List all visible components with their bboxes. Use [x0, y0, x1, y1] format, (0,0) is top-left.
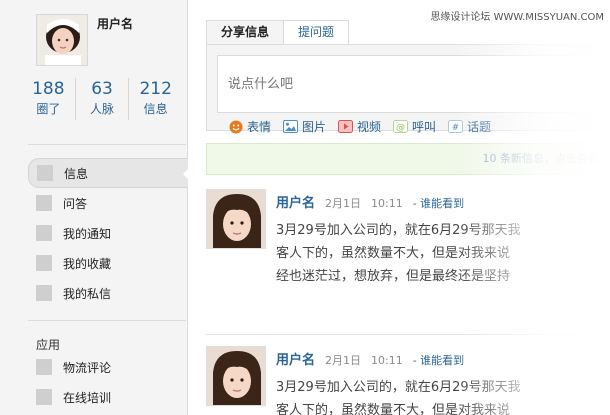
mention-label: 呼叫	[412, 120, 437, 134]
post-text-line: 客人下的，虽然数量不大，但是对我来说	[276, 246, 511, 261]
post-author-name[interactable]: 用户名	[276, 349, 315, 368]
stat-circles[interactable]: 188 圈了	[22, 78, 76, 120]
menu-item-label: 物流评论	[63, 360, 112, 375]
menu-icon	[36, 389, 52, 405]
post-divider	[206, 334, 610, 335]
menu-item-label: 在线培训	[63, 390, 112, 405]
share-tabs: 分享信息 提问题	[206, 20, 350, 44]
topic-button[interactable]: # 话题	[448, 118, 491, 135]
menu-item-label: 信息	[64, 166, 89, 181]
watermark: 思缘设计论坛 WWW.MISSYUAN.COM	[430, 12, 604, 23]
image-button[interactable]: 图片	[283, 118, 326, 135]
smile-icon	[229, 120, 243, 133]
stat-contacts-count: 63	[91, 79, 113, 99]
post-text-line: 经也迷茫过，想放弃，但是最终还是坚持	[276, 269, 511, 284]
stat-circles-label: 圈了	[36, 102, 61, 116]
post-author-name[interactable]: 用户名	[276, 192, 315, 211]
menu-icon	[36, 225, 52, 241]
menu-item-qa[interactable]: 问答	[28, 188, 188, 218]
video-label: 视频	[357, 120, 382, 134]
compose-toolbar: 表情 图片 视频 @ 呼叫 # 话题	[229, 118, 491, 135]
emoji-button[interactable]: 表情	[229, 118, 271, 135]
post-time: 10:11	[371, 354, 403, 367]
svg-text:@: @	[396, 123, 405, 133]
menu-icon	[36, 195, 52, 211]
stat-circles-count: 188	[32, 79, 65, 99]
main-menu: 信息 问答 我的通知 我的收藏 我的私信	[28, 158, 189, 308]
post-text-line: 3月29号加入公司的，就在6月29号那天我	[276, 223, 521, 238]
main-content: 分享信息 提问题 表情	[188, 0, 610, 415]
at-icon: @	[393, 120, 409, 133]
post-text-line: 3月29号加入公司的，就在6月29号那天我	[276, 380, 521, 395]
post-text: 3月29号加入公司的，就在6月29号那天我 客人下的，虽然数量不大，但是对我来说…	[276, 219, 610, 288]
post-visibility-link[interactable]: - 谁能看到	[413, 195, 464, 211]
compose-panel: 表情 图片 视频	[206, 44, 610, 134]
menu-item-favorites[interactable]: 我的收藏	[28, 248, 188, 278]
stat-messages-label: 信息	[143, 102, 168, 116]
sidebar: 用户名 188 圈了 63 人脉 212 信息 信息 问答 我的通知 我的收藏 …	[0, 0, 189, 415]
video-icon	[338, 120, 354, 133]
apps-section-title: 应用	[36, 338, 61, 352]
emoji-label: 表情	[247, 120, 272, 134]
profile-stats: 188 圈了 63 人脉 212 信息	[22, 78, 182, 120]
stat-messages[interactable]: 212 信息	[129, 78, 182, 120]
stat-messages-count: 212	[139, 79, 172, 99]
hash-icon: #	[448, 120, 464, 133]
menu-item-notifications[interactable]: 我的通知	[28, 218, 188, 248]
menu-item-label: 我的私信	[63, 286, 112, 301]
profile-avatar[interactable]	[36, 14, 88, 66]
menu-item-label: 我的收藏	[63, 256, 112, 271]
apps-menu: 物流评论 在线培训	[28, 352, 188, 412]
menu-item-logistics-review[interactable]: 物流评论	[28, 352, 188, 382]
menu-icon	[36, 359, 52, 375]
svg-text:#: #	[452, 123, 460, 133]
post-text: 3月29号加入公司的，就在6月29号那天我 客人下的，虽然数量不大，但是对我来说	[276, 376, 610, 415]
menu-icon	[37, 165, 53, 181]
post-meta: 用户名 2月1日 10:11 - 谁能看到	[276, 349, 464, 368]
menu-item-online-training[interactable]: 在线培训	[28, 382, 188, 412]
sidebar-divider	[28, 320, 186, 321]
post-date: 2月1日	[325, 197, 362, 210]
post-date: 2月1日	[325, 354, 362, 367]
post-meta: 用户名 2月1日 10:11 - 谁能看到	[276, 192, 464, 211]
image-icon	[283, 120, 299, 133]
menu-icon	[36, 285, 52, 301]
topic-label: 话题	[467, 120, 492, 134]
stat-contacts[interactable]: 63 人脉	[76, 78, 130, 120]
menu-item-label: 问答	[63, 196, 88, 211]
video-button[interactable]: 视频	[338, 118, 381, 135]
sidebar-divider	[28, 144, 186, 145]
post-time: 10:11	[371, 197, 403, 210]
new-posts-notice[interactable]: 10 条新信息，点击查看	[206, 143, 610, 175]
mention-button[interactable]: @ 呼叫	[393, 118, 436, 135]
stat-contacts-label: 人脉	[90, 102, 115, 116]
tab-share-info[interactable]: 分享信息	[206, 20, 285, 44]
post-text-line: 客人下的，虽然数量不大，但是对我来说	[276, 403, 511, 415]
menu-item-messages[interactable]: 信息	[28, 158, 189, 188]
post-author-avatar[interactable]	[206, 189, 266, 249]
profile-name[interactable]: 用户名	[97, 15, 133, 32]
compose-input[interactable]	[217, 55, 609, 113]
image-label: 图片	[302, 120, 327, 134]
post-author-avatar[interactable]	[206, 346, 266, 406]
tab-ask-question[interactable]: 提问题	[284, 20, 350, 44]
menu-item-label: 我的通知	[63, 226, 112, 241]
share-box: 分享信息 提问题 表情	[206, 20, 610, 134]
menu-item-private-messages[interactable]: 我的私信	[28, 278, 188, 308]
post-visibility-link[interactable]: - 谁能看到	[413, 352, 464, 368]
menu-icon	[36, 255, 52, 271]
